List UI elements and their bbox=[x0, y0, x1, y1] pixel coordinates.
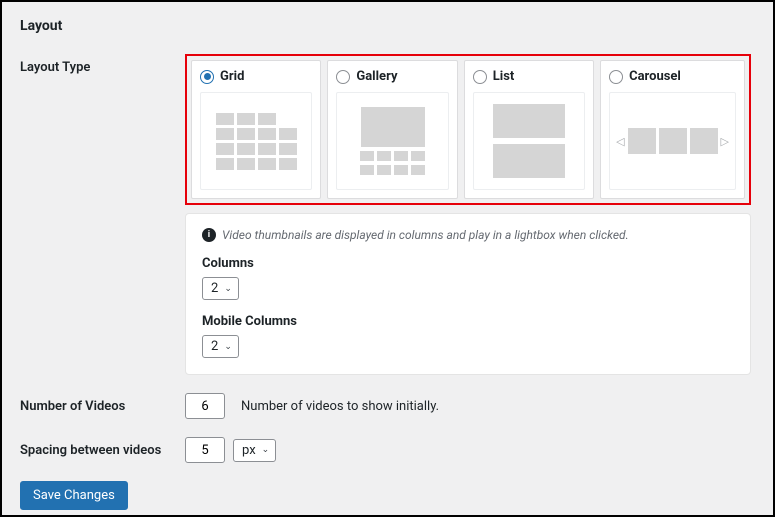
spacing-input[interactable] bbox=[185, 437, 225, 463]
chevron-down-icon: ⌄ bbox=[224, 342, 232, 352]
chevron-down-icon: ⌄ bbox=[224, 284, 232, 294]
spacing-row: Spacing between videos px ⌄ bbox=[20, 437, 755, 463]
layout-settings-panel: i Video thumbnails are displayed in colu… bbox=[185, 213, 751, 375]
num-videos-row: Number of Videos Number of videos to sho… bbox=[20, 393, 755, 419]
num-videos-input[interactable] bbox=[185, 393, 225, 419]
radio-icon bbox=[609, 70, 623, 84]
spacing-label: Spacing between videos bbox=[20, 437, 185, 458]
preview-gallery bbox=[336, 92, 448, 190]
columns-label: Columns bbox=[202, 256, 734, 271]
layout-option-list[interactable]: List bbox=[464, 60, 594, 199]
info-icon: i bbox=[202, 228, 216, 242]
layout-option-gallery[interactable]: Gallery bbox=[327, 60, 457, 199]
option-label: Gallery bbox=[356, 69, 397, 84]
mobile-columns-select[interactable]: 2 ⌄ bbox=[202, 335, 239, 358]
layout-type-row: Layout Type Grid bbox=[20, 54, 755, 375]
chevron-left-icon: ◁ bbox=[616, 135, 624, 148]
layout-type-options: Grid Gallery bbox=[185, 54, 751, 205]
spacing-unit-value: px bbox=[242, 443, 256, 458]
option-label: List bbox=[493, 69, 515, 84]
num-videos-label: Number of Videos bbox=[20, 393, 185, 414]
chevron-right-icon: ▷ bbox=[721, 135, 729, 148]
mobile-columns-value: 2 bbox=[211, 339, 218, 354]
layout-option-grid[interactable]: Grid bbox=[191, 60, 321, 199]
save-button[interactable]: Save Changes bbox=[20, 481, 128, 510]
preview-carousel: ◁ ▷ bbox=[609, 92, 736, 190]
preview-grid bbox=[200, 92, 312, 190]
columns-select[interactable]: 2 ⌄ bbox=[202, 277, 239, 300]
preview-list bbox=[473, 92, 585, 190]
spacing-unit-select[interactable]: px ⌄ bbox=[233, 439, 276, 462]
info-text: Video thumbnails are displayed in column… bbox=[222, 228, 629, 242]
radio-icon bbox=[336, 70, 350, 84]
mobile-columns-label: Mobile Columns bbox=[202, 314, 734, 329]
chevron-down-icon: ⌄ bbox=[262, 445, 270, 455]
section-heading: Layout bbox=[20, 18, 755, 34]
option-label: Carousel bbox=[629, 69, 681, 84]
layout-type-label: Layout Type bbox=[20, 54, 185, 75]
radio-icon bbox=[473, 70, 487, 84]
num-videos-help: Number of videos to show initially. bbox=[241, 399, 439, 414]
layout-option-carousel[interactable]: Carousel ◁ ▷ bbox=[600, 60, 745, 199]
option-label: Grid bbox=[220, 69, 244, 84]
columns-value: 2 bbox=[211, 281, 218, 296]
info-line: i Video thumbnails are displayed in colu… bbox=[202, 228, 734, 242]
radio-icon bbox=[200, 70, 214, 84]
